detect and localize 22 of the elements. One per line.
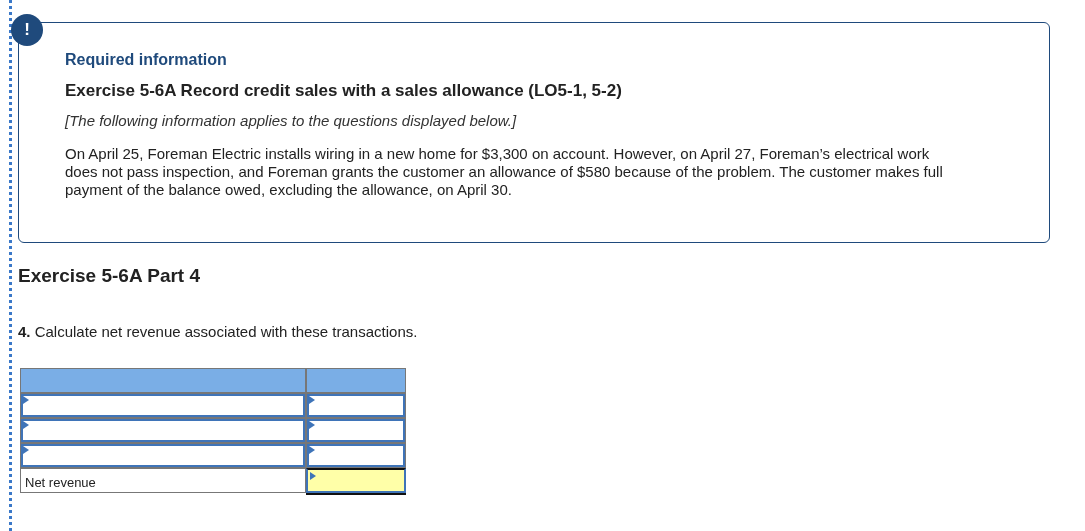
answer-field[interactable] (306, 468, 406, 493)
triangle-icon (310, 472, 316, 480)
triangle-icon (309, 421, 315, 429)
input-field[interactable] (306, 418, 406, 443)
input-field[interactable] (306, 393, 406, 418)
triangle-icon (23, 421, 29, 429)
triangle-icon (309, 396, 315, 404)
input-field[interactable] (20, 393, 306, 418)
input-field[interactable] (20, 418, 306, 443)
input-field[interactable] (20, 443, 306, 468)
triangle-icon (309, 446, 315, 454)
table-cell: Net revenue (20, 468, 306, 493)
exercise-title: Exercise 5-6A Record credit sales with a sales allowance (LO5-1, 5-2) (65, 81, 623, 101)
problem-text: On April 25, Foreman Electric installs wiring in a new home for $3,300 on account. However, on April 27, Foreman’s electrical work does not pass inspection, and Foreman grants the customer an allowance of $580 because of the problem. The customer makes full payment of the balance owed, excluding the allowance, on April 30. (65, 145, 944, 199)
triangle-icon (23, 446, 29, 454)
question-text: 4. Calculate net revenue associated with these transactions. (18, 323, 419, 340)
alert-badge: ! (11, 14, 43, 46)
input-field[interactable] (306, 443, 406, 468)
triangle-icon (23, 396, 29, 404)
heading: Required information (65, 51, 228, 69)
note: [The following information applies to the questions displayed below.] (65, 112, 518, 129)
part-title: Exercise 5-6A Part 4 (18, 265, 202, 287)
